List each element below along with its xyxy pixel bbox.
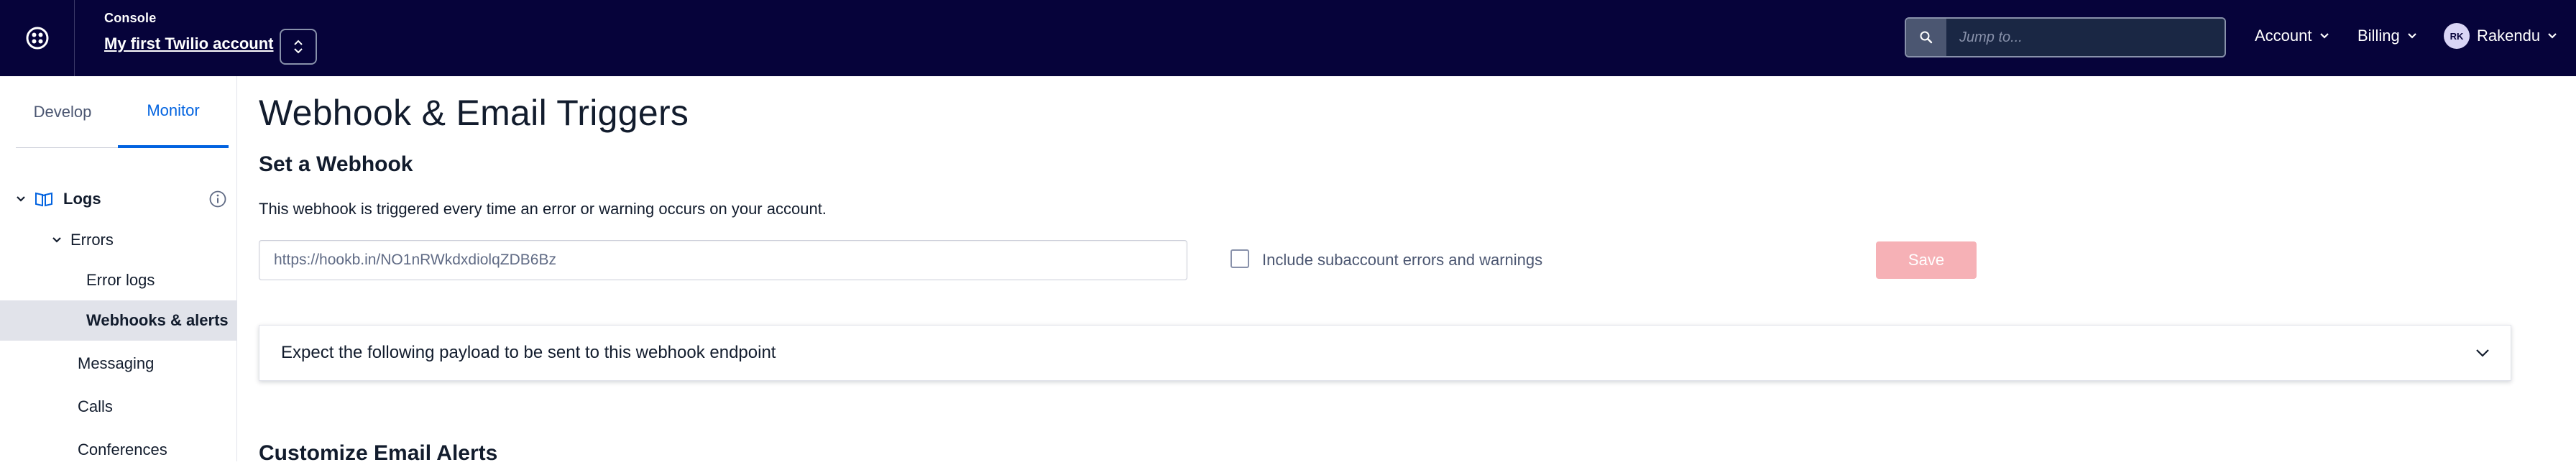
section-title: Set a Webhook (259, 152, 413, 176)
chevron-down-icon (2476, 349, 2489, 357)
checkbox-label: Include subaccount errors and warnings (1262, 251, 1543, 269)
twilio-logo-icon (26, 27, 48, 50)
sidebar-item-calls[interactable]: Calls (0, 387, 237, 427)
billing-menu-label: Billing (2358, 27, 2400, 45)
account-context: Console My first Twilio account (104, 10, 274, 53)
sidebar-item-conferences[interactable]: Conferences (0, 430, 237, 470)
sidebar-item-label: Logs (63, 190, 101, 208)
sidebar: Develop Monitor Logs Errors Error logs W… (0, 76, 237, 461)
sidebar-item-label: Calls (78, 397, 113, 415)
save-button[interactable]: Save (1876, 241, 1977, 279)
sidebar-item-label: Messaging (78, 354, 155, 372)
sidebar-item-webhooks-alerts[interactable]: Webhooks & alerts (0, 300, 237, 341)
billing-menu[interactable]: Billing (2358, 22, 2417, 50)
sidebar-item-messaging[interactable]: Messaging (0, 344, 237, 384)
sidebar-item-label: Webhooks & alerts (86, 311, 229, 329)
page-title: Webhook & Email Triggers (259, 93, 689, 133)
context-label: Console (104, 11, 157, 25)
chevron-down-icon (2319, 33, 2329, 39)
avatar: RK (2444, 23, 2470, 49)
sidebar-item-label: Errors (70, 231, 114, 249)
sidebar-tabs: Develop Monitor (16, 76, 229, 148)
account-switcher-button[interactable] (280, 29, 317, 65)
chevron-up-down-icon (294, 40, 303, 54)
section-description: This webhook is triggered every time an … (259, 200, 827, 218)
account-menu[interactable]: Account (2255, 22, 2329, 50)
account-menu-label: Account (2255, 27, 2312, 45)
book-icon (35, 192, 52, 207)
search-input[interactable]: Jump to... (1946, 19, 2225, 56)
sidebar-item-logs[interactable]: Logs (16, 179, 237, 219)
search-icon (1920, 31, 1933, 44)
user-menu[interactable]: RK Rakendu (2444, 22, 2557, 50)
sidebar-item-label: Conferences (78, 441, 167, 459)
user-name: Rakendu (2477, 27, 2541, 45)
top-navigation-bar: Console My first Twilio account Jump to.… (0, 0, 2576, 76)
accordion-label: Expect the following payload to be sent … (281, 343, 776, 362)
sidebar-item-label: Error logs (86, 271, 155, 289)
tab-monitor[interactable]: Monitor (118, 76, 229, 148)
search-button[interactable] (1906, 19, 1946, 56)
include-subaccount-checkbox[interactable] (1230, 249, 1249, 268)
payload-accordion[interactable]: Expect the following payload to be sent … (259, 325, 2511, 381)
chevron-down-icon (52, 237, 61, 243)
account-name-link[interactable]: My first Twilio account (104, 34, 274, 53)
sidebar-item-errors[interactable]: Errors (0, 220, 237, 260)
sidebar-item-error-logs[interactable]: Error logs (0, 260, 237, 300)
email-alerts-title: Customize Email Alerts (259, 441, 498, 465)
chevron-down-icon (2548, 33, 2557, 39)
chevron-down-icon (17, 196, 25, 202)
twilio-logo[interactable] (0, 0, 75, 76)
webhook-url-input[interactable] (259, 240, 1187, 280)
chevron-down-icon (2407, 33, 2416, 39)
tab-develop[interactable]: Develop (16, 76, 109, 148)
jump-to-search: Jump to... (1905, 17, 2226, 57)
info-icon[interactable] (208, 190, 227, 208)
main-content: Webhook & Email Triggers Set a Webhook T… (237, 76, 2576, 465)
